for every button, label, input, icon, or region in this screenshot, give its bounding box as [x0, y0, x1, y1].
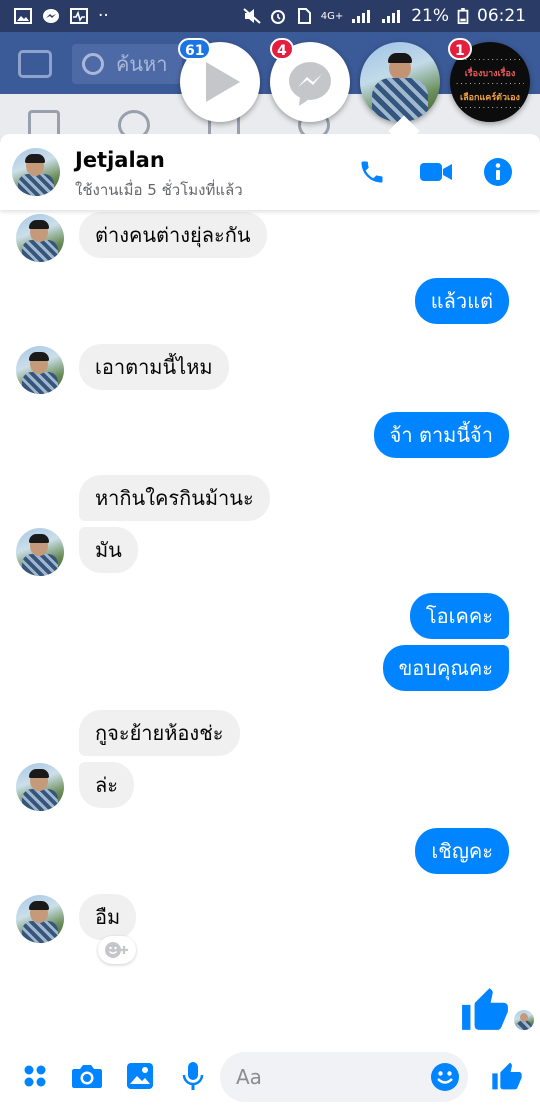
outgoing-message[interactable]: จ้า ตามนี้จ้า	[373, 412, 509, 458]
image-icon	[127, 1063, 153, 1089]
activity-icon	[70, 8, 88, 24]
outgoing-message[interactable]: แล้วแต่	[414, 278, 509, 324]
avatar[interactable]	[12, 148, 60, 196]
add-reaction-icon	[105, 942, 128, 958]
chat-window: Jetjalan ใช้งานเมื่อ 5 ชั่วโมงที่แล้ว ต่…	[0, 134, 540, 1110]
gallery-icon	[14, 8, 32, 24]
emoji-icon[interactable]	[430, 1062, 460, 1092]
avatar[interactable]	[16, 895, 64, 943]
incoming-message[interactable]: ต่างคนต่างยุ่ละกัน	[79, 212, 267, 258]
video-camera-icon	[420, 163, 452, 181]
camera-icon	[72, 1065, 102, 1088]
voice-call-button[interactable]	[356, 156, 388, 188]
add-reaction-button[interactable]	[98, 936, 136, 964]
avatar[interactable]	[16, 528, 64, 576]
clock: 06:21	[477, 6, 526, 26]
message-input[interactable]	[220, 1052, 410, 1102]
microphone-icon	[182, 1062, 204, 1090]
chat-header: Jetjalan ใช้งานเมื่อ 5 ชั่วโมงที่แล้ว	[0, 134, 540, 210]
incoming-message[interactable]: กูจะย้ายห้องช่ะ	[79, 710, 240, 756]
phone-icon	[361, 161, 383, 183]
message-input-box	[220, 1052, 468, 1102]
gallery-button[interactable]	[122, 1058, 158, 1094]
more-notifications-icon: ··	[98, 6, 109, 26]
avatar[interactable]	[16, 763, 64, 811]
avatar[interactable]	[16, 214, 64, 262]
seen-avatar	[514, 1010, 534, 1030]
incoming-message[interactable]: เอาตามนี้ไหม	[79, 344, 229, 390]
info-button[interactable]	[482, 156, 514, 188]
incoming-message[interactable]: ล่ะ	[79, 762, 134, 808]
incoming-message[interactable]: อืม	[79, 894, 137, 940]
status-bar: ·· 4G+ 21% 06:21	[0, 0, 540, 32]
chat-head-badge: 4	[270, 38, 294, 60]
info-icon	[484, 158, 512, 186]
outgoing-message[interactable]: โอเคคะ	[409, 593, 509, 639]
thumbs-up-icon	[492, 1062, 522, 1090]
contact-name[interactable]: Jetjalan	[75, 148, 165, 172]
message-composer	[0, 1044, 540, 1110]
chat-head-badge: 1	[448, 38, 472, 60]
chat-heads: 61 4 · · · · · · · · · · · · · · · · เรื…	[0, 38, 540, 132]
battery-icon	[457, 8, 469, 24]
voice-record-button[interactable]	[175, 1058, 211, 1094]
network-type: 4G+	[320, 10, 344, 22]
post-subtitle: เลือกแคร์ตัวเอง	[460, 93, 520, 103]
camera-button[interactable]	[69, 1058, 105, 1094]
outgoing-message[interactable]: ขอบคุณคะ	[382, 645, 509, 691]
post-title: เรื่องบางเรื่อง	[464, 69, 516, 79]
alarm-icon	[270, 10, 285, 24]
active-status: ใช้งานเมื่อ 5 ชั่วโมงที่แล้ว	[75, 181, 243, 199]
incoming-message[interactable]: มัน	[79, 527, 138, 573]
avatar[interactable]	[16, 346, 64, 394]
outgoing-message[interactable]: เชิญคะ	[415, 828, 509, 874]
battery-percent: 21%	[411, 6, 449, 26]
sim-icon	[297, 8, 311, 24]
sent-like-icon[interactable]	[460, 984, 510, 1034]
like-button[interactable]	[489, 1058, 525, 1094]
signal-icon	[352, 10, 371, 23]
chat-head-badge: 61	[178, 38, 212, 60]
signal-2-icon	[382, 10, 401, 23]
incoming-message[interactable]: หากินใครกินม้านะ	[79, 475, 270, 521]
apps-grid-icon	[24, 1065, 46, 1087]
video-call-button[interactable]	[418, 156, 454, 188]
mute-icon	[243, 8, 261, 24]
messenger-notif-icon	[43, 9, 59, 23]
more-actions-button[interactable]	[17, 1058, 53, 1094]
chat-head-contact[interactable]	[360, 42, 440, 122]
